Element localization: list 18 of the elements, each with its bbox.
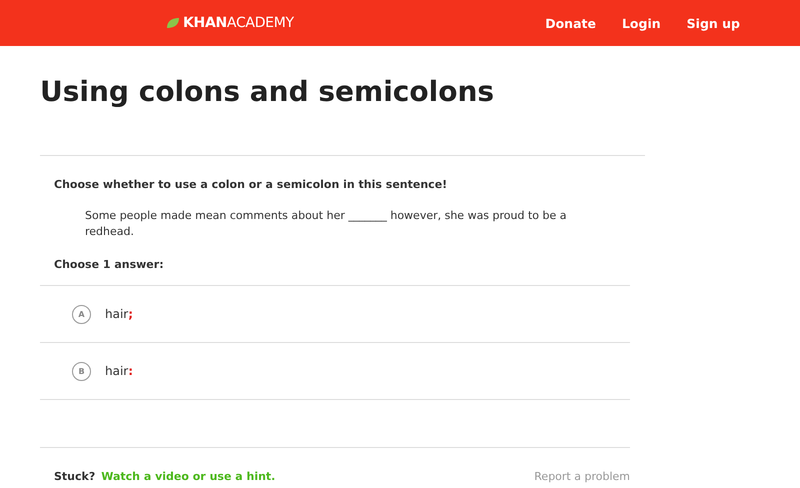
choice-letter: B	[72, 362, 91, 380]
stuck-label: Stuck?	[54, 470, 96, 483]
question-text: Choose whether to use a colon or a semicolon in this sentence!	[54, 178, 448, 192]
passage-text: Some people made mean comments about her _______ however, she was proud to be a redhead.	[85, 208, 568, 240]
answer-choice[interactable]: B hair:	[40, 343, 630, 400]
logo[interactable]: KHANACADEMY	[183, 15, 294, 31]
choice-letter: A	[72, 304, 91, 324]
nav-link[interactable]: Login	[622, 16, 661, 30]
report-link[interactable]: Report a problem	[534, 470, 630, 483]
answer-choice[interactable]: A hair;	[40, 286, 630, 343]
page-title: Using colons and semicolons	[40, 46, 645, 156]
choose-label: Choose 1 answer:	[54, 258, 165, 271]
answer-text: hair;	[105, 307, 134, 321]
nav-link[interactable]: Sign up	[686, 16, 740, 30]
leaf-icon	[166, 17, 180, 29]
hint-link[interactable]: Watch a video or use a hint.	[101, 470, 276, 483]
answer-text: hair:	[105, 364, 134, 378]
nav-link[interactable]: Donate	[545, 16, 596, 30]
